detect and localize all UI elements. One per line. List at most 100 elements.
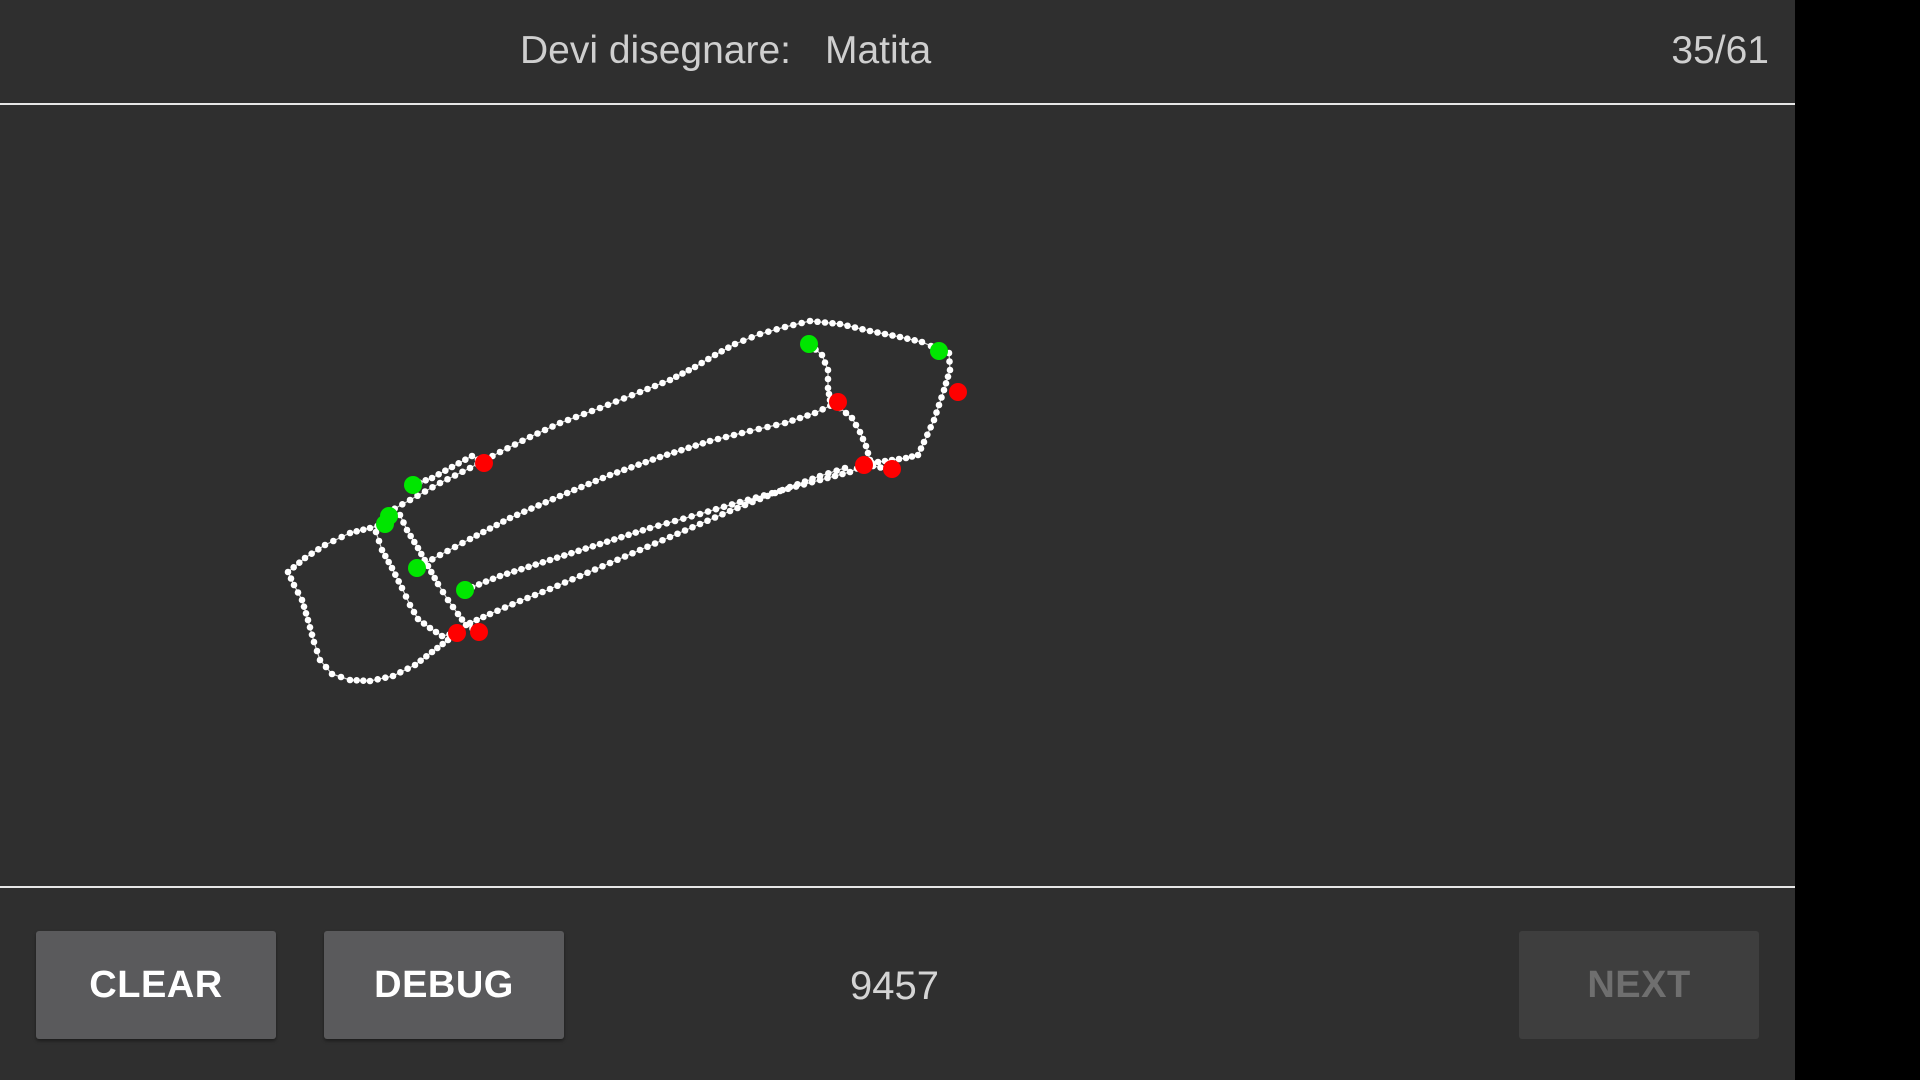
clear-button[interactable]: CLEAR — [36, 931, 276, 1039]
stroke-point — [852, 421, 860, 429]
stroke-point — [756, 330, 764, 338]
progress-counter: 35/61 — [1671, 29, 1769, 72]
stroke-point — [874, 329, 881, 336]
stroke-point — [575, 547, 582, 555]
stroke-point — [473, 532, 480, 539]
stroke-point — [531, 591, 539, 599]
stroke-point — [304, 616, 312, 624]
stroke-point — [580, 410, 588, 418]
stroke-point — [448, 463, 456, 471]
stroke-point — [911, 337, 918, 344]
stroke-point — [428, 648, 436, 656]
stroke-point — [599, 474, 607, 482]
stroke-point — [918, 338, 926, 346]
stroke-point — [406, 496, 414, 504]
stroke-point — [578, 483, 585, 491]
stroke-point — [382, 674, 389, 681]
stroke-point — [610, 536, 618, 543]
stroke-point — [308, 631, 316, 638]
stroke-point — [493, 521, 500, 529]
stroke-point — [859, 325, 866, 333]
stroke-point — [781, 419, 789, 427]
stroke-point — [866, 327, 874, 335]
stroke-point — [685, 444, 692, 452]
stroke-point — [746, 427, 754, 435]
stroke-point — [730, 431, 738, 439]
stroke-line — [808, 343, 889, 470]
stroke-point — [428, 568, 435, 576]
stroke-point — [656, 453, 664, 461]
stroke-point — [646, 524, 654, 532]
debug-button[interactable]: DEBUG — [324, 931, 564, 1039]
stroke-point — [496, 572, 504, 580]
stroke-line — [386, 320, 951, 514]
stroke-point — [738, 429, 746, 437]
stroke-point — [454, 610, 462, 618]
stroke-point — [765, 328, 772, 335]
stroke-point — [728, 501, 736, 508]
stroke-point — [696, 520, 704, 528]
stroke-point — [353, 677, 360, 684]
stroke-point — [603, 538, 611, 546]
stroke-point — [718, 348, 725, 355]
stroke-point — [528, 505, 535, 512]
stroke-point — [621, 553, 629, 560]
stroke-point — [620, 466, 628, 474]
stroke-point — [346, 676, 354, 684]
stroke-point — [946, 358, 953, 365]
stroke-point — [904, 335, 911, 342]
stroke-point — [651, 540, 659, 547]
stroke-point — [856, 428, 864, 436]
stroke-point — [859, 435, 867, 443]
stroke-point — [678, 446, 685, 454]
stroke-point — [726, 507, 734, 515]
stroke-point — [526, 433, 534, 441]
stroke-point — [423, 653, 430, 660]
stroke-start-marker — [800, 335, 818, 353]
stroke-point — [698, 359, 705, 367]
stroke-point — [781, 323, 789, 331]
stroke-point — [561, 579, 569, 586]
stroke-point — [692, 442, 700, 449]
stroke-point — [685, 366, 693, 374]
stroke-point — [588, 407, 596, 415]
stroke-point — [764, 423, 771, 431]
drawing-canvas[interactable] — [0, 105, 1795, 886]
stroke-point — [346, 529, 354, 537]
stroke — [385, 511, 483, 636]
stroke-point — [569, 575, 576, 583]
stroke-point — [553, 554, 561, 562]
stroke-point — [689, 523, 696, 531]
stroke-point — [908, 453, 916, 460]
stroke-point — [582, 545, 590, 552]
stroke-start-marker — [456, 581, 474, 599]
next-button[interactable]: NEXT — [1519, 931, 1759, 1039]
stroke-point — [475, 581, 483, 588]
stroke-point — [315, 546, 322, 553]
stroke-point — [688, 513, 695, 520]
header-bar: Devi disegnare: Matita 35/61 — [0, 0, 1795, 105]
stroke — [413, 398, 842, 572]
stroke-end-marker — [883, 460, 901, 478]
stroke-point — [429, 556, 436, 563]
stroke-point — [712, 505, 720, 513]
stroke-point — [535, 502, 542, 509]
stroke-point — [434, 644, 441, 652]
stroke-point — [680, 515, 687, 522]
stroke-start-marker — [408, 559, 426, 577]
stroke-point — [494, 607, 501, 615]
stroke-point — [504, 444, 511, 452]
stroke-point — [366, 524, 374, 532]
stroke-point — [833, 467, 840, 474]
stroke-point — [513, 511, 521, 519]
stroke-point — [606, 471, 614, 479]
stroke-point — [706, 437, 714, 445]
stroke-point — [790, 321, 797, 329]
stroke-point — [330, 537, 337, 545]
stroke-point — [422, 477, 429, 484]
stroke-point — [584, 569, 591, 577]
stroke-point — [844, 322, 851, 330]
stroke-point — [938, 394, 945, 401]
stroke-point — [821, 319, 829, 326]
stroke-point — [663, 451, 671, 459]
